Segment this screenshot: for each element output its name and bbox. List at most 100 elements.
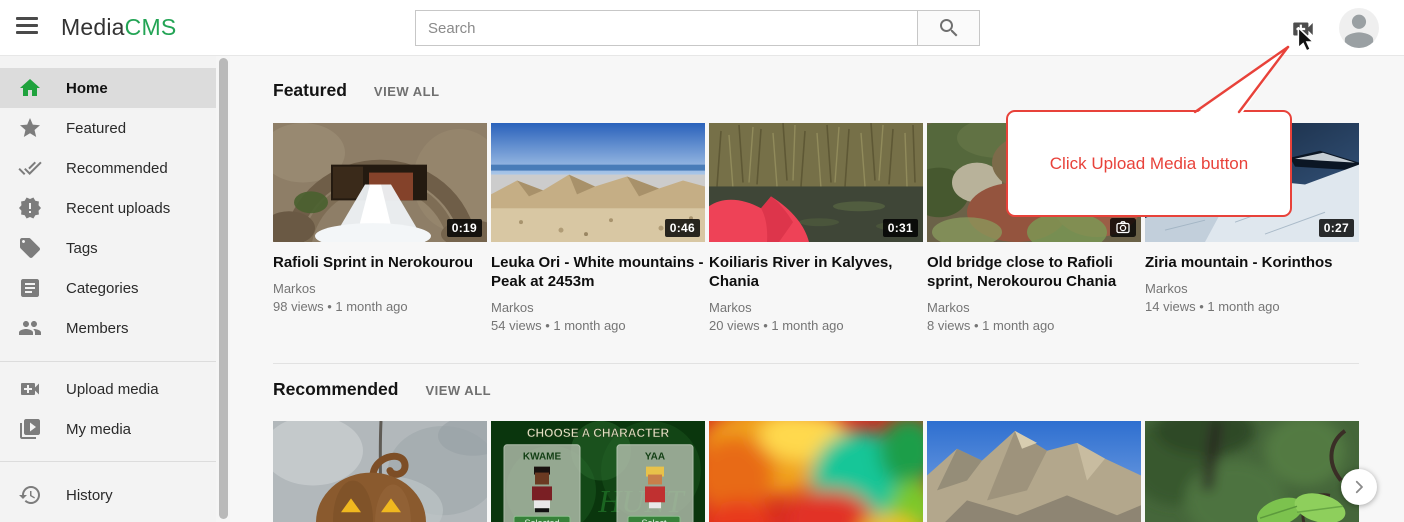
video-thumbnail[interactable]: [273, 421, 487, 522]
video-author[interactable]: Markos: [491, 300, 705, 316]
search-button[interactable]: [917, 10, 980, 46]
sidebar-scrollbar-thumb[interactable]: [219, 58, 228, 519]
duration-badge: 0:27: [1319, 219, 1354, 237]
recommended-view-all-link[interactable]: VIEW ALL: [425, 383, 491, 398]
sidebar-item-recent-uploads[interactable]: Recent uploads: [0, 188, 216, 228]
sidebar-item-featured[interactable]: Featured: [0, 108, 216, 148]
video-title[interactable]: Rafioli Sprint in Nerokourou: [273, 253, 487, 272]
sidebar-item-upload-media[interactable]: Upload media: [0, 369, 216, 409]
video-card[interactable]: [273, 421, 487, 522]
person-icon: [1339, 8, 1379, 48]
video-title[interactable]: Leuka Ori - White mountains - Peak at 24…: [491, 253, 705, 291]
search-input[interactable]: [415, 10, 918, 46]
sidebar-item-members[interactable]: Members: [0, 308, 216, 348]
sidebar-item-home[interactable]: Home: [0, 68, 216, 108]
sidebar-item-label: Upload media: [66, 381, 159, 398]
sidebar-tertiary-list: History: [0, 475, 230, 515]
star-icon: [18, 116, 42, 140]
sidebar-item-history[interactable]: History: [0, 475, 216, 515]
home-icon: [18, 76, 42, 100]
video-card[interactable]: HUNT CHOOSE A CHARACTER KWAME YAA Select…: [491, 421, 705, 522]
video-thumbnail[interactable]: 0:19: [273, 123, 487, 242]
sidebar-item-label: Categories: [66, 280, 139, 297]
video-card[interactable]: [709, 421, 923, 522]
sidebar-item-tags[interactable]: Tags: [0, 228, 216, 268]
video-card[interactable]: [1145, 421, 1359, 522]
video-upload-icon: [1290, 16, 1316, 42]
video-title[interactable]: Old bridge close to Rafioli sprint, Nero…: [927, 253, 1141, 291]
section-title: Featured: [273, 80, 347, 101]
upload-media-button[interactable]: [1290, 16, 1316, 42]
section-title: Recommended: [273, 379, 398, 400]
sidebar-divider: [0, 361, 230, 362]
video-card[interactable]: 0:46 Leuka Ori - White mountains - Peak …: [491, 123, 705, 337]
thumbnail-image-green-leaves: [1145, 421, 1359, 522]
video-thumbnail[interactable]: [709, 421, 923, 522]
video-meta: 98 views • 1 month ago: [273, 299, 487, 315]
tutorial-callout: Click Upload Media button: [1006, 110, 1292, 217]
history-icon: [18, 483, 42, 507]
video-author[interactable]: Markos: [709, 300, 923, 316]
video-title[interactable]: Koiliaris River in Kalyves, Chania: [709, 253, 923, 291]
callout-text: Click Upload Media button: [1050, 154, 1248, 174]
sidebar-item-categories[interactable]: Categories: [0, 268, 216, 308]
thumbnail-image-pumpkin: [273, 421, 487, 522]
svg-text:Select: Select: [642, 518, 668, 522]
sidebar-primary-list: Home Featured Recommended Recent uploads…: [0, 56, 230, 348]
video-meta: 8 views • 1 month ago: [927, 318, 1141, 334]
my-media-icon: [18, 417, 42, 441]
logo-media: Media: [61, 14, 125, 40]
video-meta: 20 views • 1 month ago: [709, 318, 923, 334]
sidebar-item-label: My media: [66, 421, 131, 438]
sidebar-item-my-media[interactable]: My media: [0, 409, 216, 449]
thumbnail-image-abstract-colors: [709, 421, 923, 522]
sidebar-item-label: Home: [66, 80, 108, 97]
sidebar-item-label: Recommended: [66, 160, 168, 177]
sidebar-scrollbar: [216, 56, 230, 522]
top-bar: MediaCMS: [0, 0, 1404, 56]
video-meta: 14 views • 1 month ago: [1145, 299, 1359, 315]
video-thumbnail[interactable]: 0:31: [709, 123, 923, 242]
sidebar-item-label: Featured: [66, 120, 126, 137]
video-thumbnail[interactable]: [1145, 421, 1359, 522]
duration-badge: 0:19: [447, 219, 482, 237]
double-check-icon: [18, 156, 42, 180]
sidebar-secondary-list: Upload media My media: [0, 369, 230, 449]
sidebar-item-recommended[interactable]: Recommended: [0, 148, 216, 188]
sidebar-item-label: History: [66, 487, 113, 504]
video-thumbnail[interactable]: 0:46: [491, 123, 705, 242]
featured-section-header: Featured VIEW ALL: [230, 56, 1404, 101]
svg-text:CHOOSE A CHARACTER: CHOOSE A CHARACTER: [527, 426, 670, 440]
members-icon: [18, 316, 42, 340]
featured-view-all-link[interactable]: VIEW ALL: [374, 84, 440, 99]
search-icon: [937, 16, 961, 40]
user-avatar[interactable]: [1339, 8, 1379, 48]
sidebar-item-label: Recent uploads: [66, 200, 170, 217]
sidebar-item-label: Tags: [66, 240, 98, 257]
video-card[interactable]: 0:19 Rafioli Sprint in Nerokourou Markos…: [273, 123, 487, 337]
tag-icon: [18, 236, 42, 260]
sidebar-item-label: Members: [66, 320, 129, 337]
thumbnail-image-game-character-select: HUNT CHOOSE A CHARACTER KWAME YAA Select…: [491, 421, 705, 522]
upload-media-icon: [18, 377, 42, 401]
video-card[interactable]: 0:31 Koiliaris River in Kalyves, Chania …: [709, 123, 923, 337]
video-author[interactable]: Markos: [273, 281, 487, 297]
video-author[interactable]: Markos: [927, 300, 1141, 316]
logo[interactable]: MediaCMS: [61, 14, 176, 41]
video-thumbnail[interactable]: HUNT CHOOSE A CHARACTER KWAME YAA Select…: [491, 421, 705, 522]
recommended-cards-row: HUNT CHOOSE A CHARACTER KWAME YAA Select…: [230, 421, 1404, 522]
video-thumbnail[interactable]: [927, 421, 1141, 522]
sidebar-divider: [0, 461, 230, 462]
duration-badge: 0:46: [665, 219, 700, 237]
carousel-next-button[interactable]: [1341, 469, 1377, 505]
video-author[interactable]: Markos: [1145, 281, 1359, 297]
thumbnail-image-rocky-mountain: [927, 421, 1141, 522]
new-releases-icon: [18, 196, 42, 220]
hamburger-menu-icon[interactable]: [16, 17, 40, 39]
video-title[interactable]: Ziria mountain - Korinthos: [1145, 253, 1359, 272]
svg-text:YAA: YAA: [645, 452, 665, 463]
video-meta: 54 views • 1 month ago: [491, 318, 705, 334]
video-card[interactable]: [927, 421, 1141, 522]
camera-badge: [1110, 218, 1136, 237]
svg-text:KWAME: KWAME: [523, 452, 562, 463]
